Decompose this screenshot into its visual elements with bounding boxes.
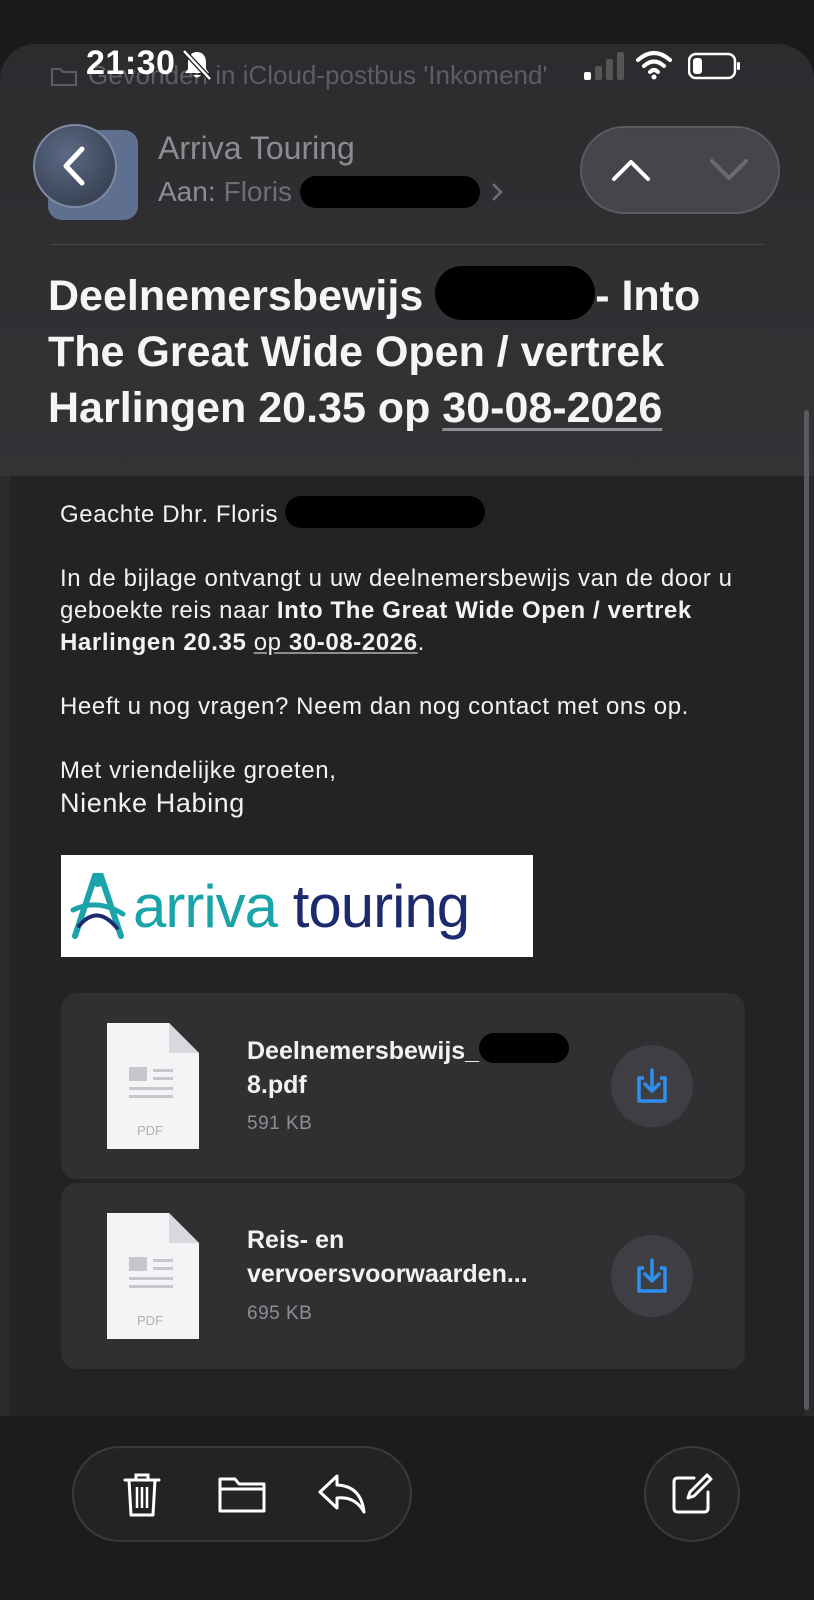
attachment-size: 695 KB (247, 1303, 313, 1324)
message-body: Geachte Dhr. Floris In de bijlage ontvan… (60, 496, 760, 819)
download-icon (637, 1258, 667, 1293)
arriva-touring-logo[interactable]: arriva touring (61, 855, 533, 957)
status-time: 21:30 (86, 44, 176, 82)
status-bar: Gevonden in iCloud-postbus 'Inkomend' 21… (0, 0, 814, 110)
attachment-name: Reis- en vervoersvoorwaarden... (247, 1223, 587, 1291)
sender-name[interactable]: Arriva Touring (158, 130, 355, 167)
logo-word-touring: touring (292, 872, 470, 940)
compose-button[interactable] (644, 1446, 740, 1542)
download-icon (637, 1068, 667, 1103)
redaction-mark (285, 496, 486, 528)
pdf-label: PDF (137, 1313, 163, 1328)
pdf-label: PDF (137, 1123, 163, 1138)
arriva-logo-icon (70, 873, 126, 939)
body-paragraph-2: Heeft u nog vragen? Neem dan nog contact… (60, 693, 689, 720)
attachment-name-part-1: Deelnemersbewijs_ (247, 1037, 480, 1065)
recipient-prefix: Aan: (158, 176, 216, 207)
reply-icon (318, 1474, 366, 1514)
trash-icon (123, 1473, 161, 1517)
message-navigation (580, 126, 780, 214)
mail-app-screen: Gevonden in iCloud-postbus 'Inkomend' 21… (0, 0, 814, 1600)
attachment-name-part-1: Reis- en (247, 1226, 345, 1254)
delete-button[interactable] (107, 1459, 177, 1529)
recipient-line[interactable]: Aan: Floris (158, 176, 504, 208)
date-op: op (253, 629, 282, 656)
chevron-down-icon (710, 159, 748, 180)
attachment-size: 591 KB (247, 1113, 313, 1134)
chevron-up-icon (612, 160, 650, 181)
battery-icon (688, 52, 740, 80)
reply-button[interactable] (307, 1459, 377, 1529)
folder-icon (218, 1477, 266, 1513)
attachment-card[interactable]: PDF Reis- en vervoersvoorwaarden... 695 … (61, 1183, 745, 1369)
date-link[interactable]: op 30-08-2026 (254, 629, 418, 656)
chevron-left-icon (63, 146, 85, 186)
previous-message-button[interactable] (596, 135, 666, 205)
cellular-icon (584, 52, 624, 80)
recipient-name: Floris (223, 176, 293, 207)
attachment-name: Deelnemersbewijs_ 8.pdf (247, 1033, 587, 1102)
greeting: Geachte Dhr. Floris (60, 501, 279, 528)
closing-block: Met vriendelijke groeten, Nienke Habing (60, 755, 760, 819)
redaction-mark (300, 176, 481, 208)
header-divider (50, 244, 764, 245)
redaction-mark (479, 1033, 570, 1063)
redaction-mark (435, 266, 596, 320)
subject-part-1: Deelnemersbewijs (48, 272, 424, 320)
download-button[interactable] (611, 1235, 693, 1317)
wifi-icon (636, 51, 672, 80)
scrollbar[interactable] (804, 410, 809, 1410)
attachment-name-part-2: 8.pdf (247, 1071, 307, 1099)
folder-small-icon (51, 67, 77, 86)
move-to-folder-button[interactable] (207, 1459, 277, 1529)
compose-icon (672, 1473, 713, 1514)
message-subject: Deelnemersbewijs - Into The Great Wide O… (48, 266, 768, 436)
attachment-card[interactable]: PDF Deelnemersbewijs_ 8.pdf 591 KB (61, 993, 745, 1179)
paragraph-1-end: . (417, 629, 425, 656)
chevron-right-icon (492, 183, 503, 201)
greeting-paragraph: Geachte Dhr. Floris (60, 496, 760, 531)
bell-slash-icon (182, 49, 212, 81)
back-button[interactable] (33, 124, 117, 208)
pdf-document-icon: PDF (107, 1023, 199, 1149)
pdf-document-icon: PDF (107, 1213, 199, 1339)
logo-wordmark: arriva touring (133, 872, 470, 941)
download-button[interactable] (611, 1045, 693, 1127)
closing: Met vriendelijke groeten, (60, 757, 337, 784)
subject-date-link[interactable]: 30-08-2026 (442, 384, 662, 432)
attachment-name-part-2: vervoersvoorwaarden... (247, 1260, 528, 1288)
body-paragraph-1: In de bijlage ontvangt u uw deelnemersbe… (60, 563, 760, 659)
logo-word-arriva: arriva (133, 872, 278, 940)
message-actions (72, 1446, 412, 1542)
next-message-button[interactable] (694, 135, 764, 205)
trip-date: 30-08-2026 (288, 629, 418, 656)
signature-name: Nienke Habing (60, 788, 245, 818)
